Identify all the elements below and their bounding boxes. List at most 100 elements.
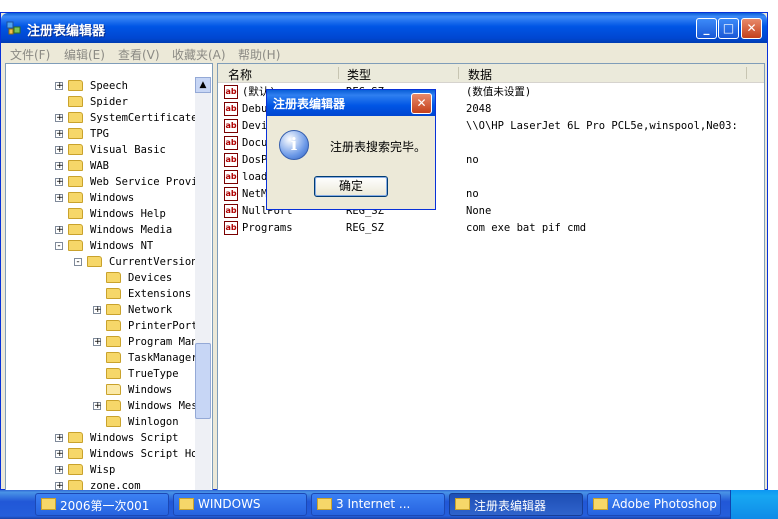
collapse-icon[interactable]: - (74, 258, 82, 267)
tree-item[interactable]: - Windows NT (6, 238, 196, 254)
expand-icon[interactable]: + (55, 114, 64, 123)
folder-icon (87, 256, 102, 267)
expand-icon[interactable]: + (55, 82, 64, 91)
tree-item[interactable]: + WAB (6, 158, 196, 174)
tree-item[interactable]: Windows Help (6, 206, 196, 222)
tree-item[interactable]: Devices (6, 270, 196, 286)
tree-item[interactable]: + Visual Basic (6, 142, 196, 158)
tree-item[interactable]: + Speech (6, 78, 196, 94)
tree-item[interactable]: + Windows Mes (6, 398, 198, 414)
column-type-header[interactable]: 类型 (347, 66, 371, 83)
column-divider[interactable] (338, 67, 339, 79)
expand-icon[interactable]: + (55, 146, 64, 155)
expand-icon[interactable]: + (55, 178, 64, 187)
menu-help[interactable]: 帮助(H) (238, 46, 280, 63)
folder-icon (68, 432, 83, 443)
expand-icon[interactable]: + (55, 450, 64, 459)
menu-file[interactable]: 文件(F) (10, 46, 50, 63)
tree-item-label: Wisp (90, 464, 116, 476)
scroll-thumb[interactable] (195, 343, 211, 419)
tree-item[interactable]: PrinterPort (6, 318, 198, 334)
tree-item-label: Windows (128, 384, 173, 396)
menu-favorites[interactable]: 收藏夹(A) (172, 46, 226, 63)
tree-item-label: CurrentVersion (109, 256, 198, 268)
tree-item[interactable]: + Windows Script (6, 430, 196, 446)
tree-item[interactable]: Windows (6, 382, 196, 398)
column-data-header[interactable]: 数据 (468, 66, 492, 83)
taskbar-button[interactable]: 3 Internet ... (311, 493, 445, 516)
expand-icon[interactable]: + (55, 130, 64, 139)
value-type: REG_SZ (346, 222, 384, 234)
folder-icon (68, 224, 83, 235)
column-divider[interactable] (458, 67, 459, 79)
window-title: 注册表编辑器 (27, 24, 106, 39)
taskbar-app-icon (593, 498, 608, 510)
dialog-close-button[interactable]: ✕ (411, 93, 432, 114)
tree-item[interactable]: + Wisp (6, 462, 196, 478)
tree-item[interactable]: + Network (6, 302, 196, 318)
tree-item[interactable]: + Windows (6, 190, 196, 206)
registry-tree[interactable]: + Speech Spider + SystemCertificates + TPG + Vis… (5, 63, 213, 491)
tree-item[interactable]: + TPG (6, 126, 196, 142)
folder-icon (106, 416, 121, 427)
expand-icon[interactable]: + (55, 162, 64, 171)
tree-item-label: Web Service Provi (90, 176, 198, 188)
tree-item-label: Windows Media (90, 224, 173, 236)
tree-item[interactable]: + Web Service Provi (6, 174, 198, 190)
value-row[interactable]: ab Programs REG_SZ com exe bat pif cmd (224, 220, 754, 237)
expand-icon[interactable]: + (93, 306, 102, 315)
tree-item[interactable]: Extensions (6, 286, 196, 302)
close-button[interactable]: ✕ (741, 18, 762, 39)
expand-icon[interactable]: + (55, 466, 64, 475)
menu-edit[interactable]: 编辑(E) (64, 46, 105, 63)
taskbar-button-label: 3 Internet ... (336, 497, 411, 511)
scroll-up-icon[interactable]: ▲ (195, 77, 211, 93)
folder-icon (106, 304, 121, 315)
folder-icon (68, 448, 83, 459)
tree-item[interactable]: + SystemCertificates (6, 110, 204, 126)
expand-icon[interactable]: + (93, 402, 102, 411)
tree-item[interactable]: - CurrentVersion (6, 254, 198, 270)
tree-item-label: Visual Basic (90, 144, 166, 156)
tree-item[interactable]: + Program Man (6, 334, 198, 350)
tree-item-label: Windows (90, 192, 135, 204)
tree-item-label: PrinterPort (128, 320, 198, 332)
value-data: com exe bat pif cmd (466, 222, 587, 234)
value-name: Programs (242, 222, 293, 234)
minimize-button[interactable]: _ (696, 18, 717, 39)
tree-item-label: Windows Mes (128, 400, 198, 412)
tree-item-label: Windows Help (90, 208, 166, 220)
tree-item[interactable]: + Windows Media (6, 222, 196, 238)
tree-scrollbar[interactable]: ▲ (195, 77, 211, 490)
expand-icon[interactable]: + (93, 338, 102, 347)
folder-icon (106, 400, 121, 411)
tree-item[interactable]: TrueType (6, 366, 196, 382)
expand-icon[interactable]: + (55, 194, 64, 203)
dialog-title-bar[interactable]: 注册表编辑器 ✕ (267, 90, 435, 116)
taskbar-button[interactable]: Adobe Photoshop (587, 493, 721, 516)
tree-item[interactable]: + Windows Script Ho (6, 446, 197, 462)
tree-item[interactable]: Winlogon (6, 414, 196, 430)
tree-item[interactable]: TaskManager (6, 350, 198, 366)
tree-item-label: Spider (90, 96, 128, 108)
collapse-icon[interactable]: - (55, 242, 63, 251)
folder-icon (68, 192, 83, 203)
system-tray[interactable] (730, 490, 778, 519)
expand-icon[interactable]: + (55, 226, 64, 235)
ok-button[interactable]: 确定 (314, 176, 388, 197)
taskbar-app-icon (41, 498, 56, 510)
column-divider[interactable] (746, 67, 747, 79)
title-bar[interactable]: 注册表编辑器 _ □ ✕ (1, 13, 767, 43)
maximize-button[interactable]: □ (718, 18, 739, 39)
string-value-icon: ab (224, 119, 238, 133)
column-name-header[interactable]: 名称 (228, 66, 252, 83)
expand-icon[interactable]: + (55, 482, 64, 490)
expand-icon[interactable]: + (55, 434, 64, 443)
tree-item[interactable]: Spider (6, 94, 196, 110)
taskbar-button[interactable]: 注册表编辑器 (449, 493, 583, 516)
tree-item-label: Windows NT (90, 240, 154, 252)
folder-icon (68, 144, 83, 155)
taskbar-button[interactable]: WINDOWS (173, 493, 307, 516)
taskbar-button[interactable]: 2006第一次001 (35, 493, 169, 516)
menu-view[interactable]: 查看(V) (118, 46, 160, 63)
